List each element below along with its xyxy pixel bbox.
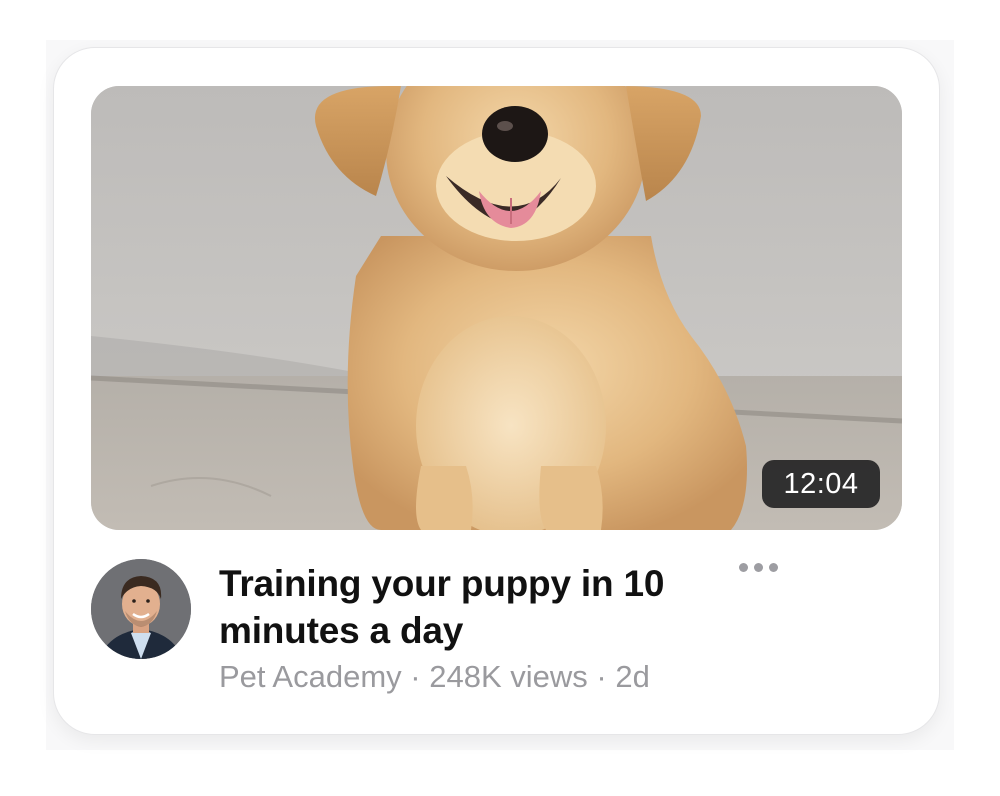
meta-separator: · bbox=[596, 659, 607, 694]
more-horizontal-icon bbox=[738, 562, 748, 572]
more-horizontal-icon bbox=[753, 562, 763, 572]
duration-badge: 12:04 bbox=[762, 460, 880, 508]
more-horizontal-icon bbox=[768, 562, 778, 572]
page: 12:04 Training your puppy in 10 minutes … bbox=[0, 0, 1000, 796]
view-count: 248K views bbox=[429, 659, 588, 694]
channel-avatar-photo bbox=[91, 559, 191, 659]
more-options-button[interactable] bbox=[730, 552, 786, 582]
channel-avatar[interactable] bbox=[91, 559, 191, 659]
video-meta: Pet Academy · 248K views · 2d bbox=[219, 657, 650, 697]
channel-name[interactable]: Pet Academy bbox=[219, 659, 402, 694]
video-title[interactable]: Training your puppy in 10 minutes a day bbox=[219, 560, 719, 654]
meta-separator: · bbox=[410, 659, 421, 694]
upload-age: 2d bbox=[615, 659, 650, 694]
